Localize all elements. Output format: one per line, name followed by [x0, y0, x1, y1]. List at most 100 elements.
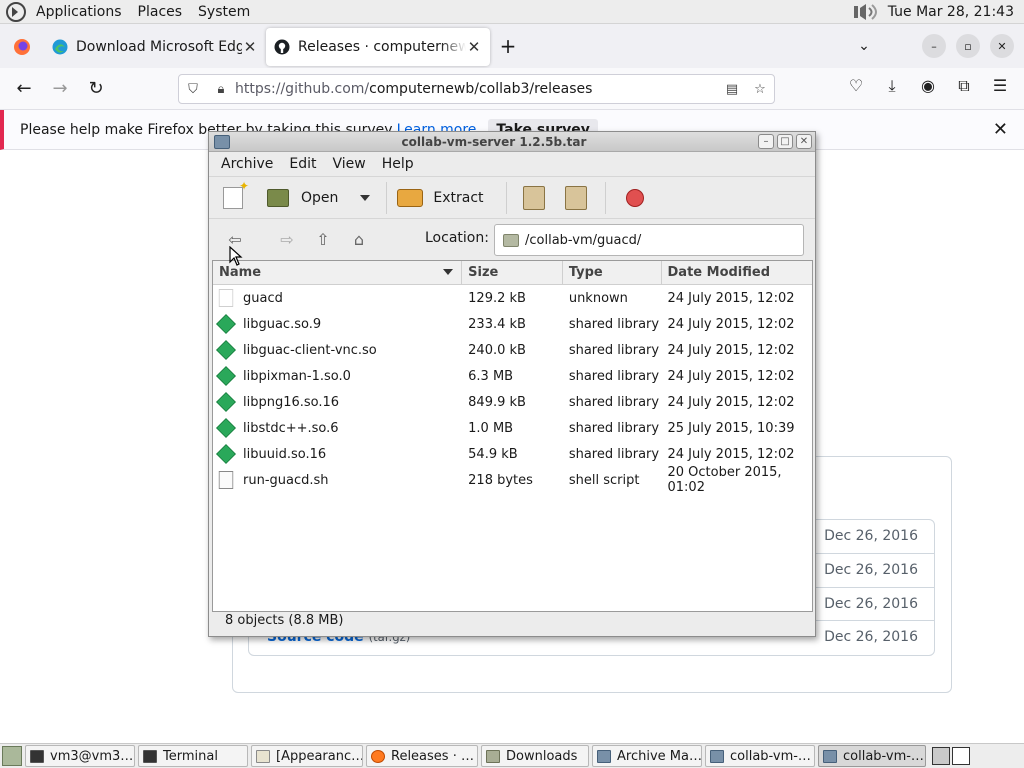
- extract-icon: [397, 188, 424, 207]
- menu-edit[interactable]: Edit: [281, 156, 324, 172]
- minimize-window-button[interactable]: –: [922, 34, 946, 58]
- open-button[interactable]: Open: [267, 180, 338, 216]
- firefox-view-button[interactable]: [0, 28, 44, 66]
- file-name: libpixman-1.so.0: [243, 368, 351, 384]
- taskbar-item[interactable]: Releases · …: [366, 745, 478, 767]
- account-icon[interactable]: ◉: [910, 76, 946, 96]
- forward-arrow-icon[interactable]: ⇨: [269, 230, 305, 249]
- tab-releases[interactable]: Releases · computernewb/collab3 ✕: [266, 28, 490, 66]
- extract-label: Extract: [433, 189, 484, 206]
- file-date: 24 July 2015, 12:02: [667, 368, 795, 384]
- menu-help[interactable]: Help: [374, 156, 422, 172]
- file-size: 849.9 kB: [468, 394, 526, 410]
- shield-icon[interactable]: ⛉: [179, 82, 207, 97]
- add-files-button[interactable]: [522, 180, 545, 216]
- forward-icon[interactable]: →: [42, 78, 78, 99]
- close-tab-icon[interactable]: ✕: [242, 38, 258, 56]
- close-window-button[interactable]: ✕: [990, 34, 1014, 58]
- new-archive-button[interactable]: [223, 179, 249, 216]
- file-row[interactable]: libpixman-1.so.0 6.3 MB shared library 24 J…: [213, 363, 812, 389]
- column-header-size[interactable]: Size: [462, 261, 563, 284]
- workspace-2-icon[interactable]: [952, 747, 970, 765]
- clock[interactable]: Tue Mar 28, 21:43: [886, 4, 1024, 20]
- taskbar-item[interactable]: [Appearanc…: [251, 745, 363, 767]
- close-notification-icon[interactable]: ✕: [993, 119, 1008, 140]
- file-row[interactable]: libstdc++.so.6 1.0 MB shared library 25 Jul…: [213, 415, 812, 441]
- maximize-icon[interactable]: □: [777, 134, 793, 149]
- window-title: collab-vm-server 1.2.5b.tar: [401, 134, 587, 149]
- maximize-window-button[interactable]: ▫: [956, 34, 980, 58]
- folder-icon: [503, 233, 519, 247]
- stop-button[interactable]: [625, 180, 644, 216]
- open-dropdown-button[interactable]: [360, 180, 371, 216]
- file-row[interactable]: run-guacd.sh 218 bytes shell script 20 Octo…: [213, 465, 812, 495]
- list-all-tabs-icon[interactable]: ⌄: [844, 38, 884, 54]
- task-list: vm3@vm3… Terminal [Appearanc… Releases · … D…: [22, 745, 926, 767]
- archive-app-icon[interactable]: [214, 134, 230, 149]
- file-rows: guacd 129.2 kB unknown 24 July 2015, 12:02 l…: [213, 285, 812, 495]
- status-bar: 8 objects (8.8 MB): [225, 613, 344, 628]
- taskbar-item-label: collab-vm-…: [730, 748, 811, 764]
- file-size: 129.2 kB: [468, 290, 526, 306]
- taskbar-item[interactable]: vm3@vm3…: [25, 745, 135, 767]
- taskbar-item[interactable]: Downloads: [481, 745, 589, 767]
- dropdown-arrow-icon: [360, 194, 371, 201]
- menu-places[interactable]: Places: [130, 4, 191, 20]
- menu-applications[interactable]: Applications: [28, 4, 130, 20]
- reload-icon[interactable]: ↻: [78, 78, 114, 99]
- file-list-header: Name Size Type Date Modified: [213, 261, 812, 285]
- file-list[interactable]: Name Size Type Date Modified guacd 129.2 …: [212, 260, 813, 612]
- workspace-1-icon[interactable]: [932, 747, 950, 765]
- menu-system[interactable]: System: [190, 4, 258, 20]
- close-tab-icon[interactable]: ✕: [466, 38, 482, 56]
- taskbar-item[interactable]: Terminal: [138, 745, 248, 767]
- file-row[interactable]: libuuid.so.16 54.9 kB shared library 24 Jul…: [213, 441, 812, 467]
- terminal-icon: [143, 749, 157, 763]
- taskbar-item[interactable]: collab-vm-…: [818, 745, 926, 767]
- reader-view-icon[interactable]: ▤: [718, 82, 746, 97]
- file-row[interactable]: libguac.so.9 233.4 kB shared library 24 Jul…: [213, 311, 812, 337]
- minimize-icon[interactable]: –: [758, 134, 774, 149]
- show-desktop-icon[interactable]: [2, 746, 22, 766]
- home-icon[interactable]: ⌂: [341, 230, 377, 249]
- menu-hamburger-icon[interactable]: ☰: [982, 76, 1018, 96]
- extensions-icon[interactable]: ⧉: [946, 76, 982, 96]
- tab-download-edge[interactable]: Download Microsoft Edge ✕: [44, 28, 266, 66]
- menubar: Archive Edit View Help: [209, 152, 815, 176]
- top-panel: Applications Places System Tue Mar 28, 2…: [0, 0, 1024, 24]
- menu-view[interactable]: View: [325, 156, 374, 172]
- downloads-icon[interactable]: ⤓: [874, 76, 910, 96]
- pocket-icon[interactable]: ♡: [838, 76, 874, 96]
- extract-button[interactable]: Extract: [397, 180, 484, 216]
- file-row[interactable]: libpng16.so.16 849.9 kB shared library 24 J…: [213, 389, 812, 415]
- close-icon[interactable]: ✕: [796, 134, 812, 149]
- url-text[interactable]: https://github.com/computernewb/collab3/…: [235, 81, 718, 97]
- distro-logo-icon[interactable]: [6, 1, 26, 22]
- file-size: 218 bytes: [468, 472, 533, 488]
- shell-script-icon: [218, 471, 234, 489]
- lock-icon[interactable]: 🔒︎: [207, 82, 235, 97]
- menu-archive[interactable]: Archive: [213, 156, 281, 172]
- file-row[interactable]: guacd 129.2 kB unknown 24 July 2015, 12:02: [213, 285, 812, 311]
- column-header-name[interactable]: Name: [213, 261, 463, 284]
- location-field[interactable]: /collab-vm/guacd/: [494, 224, 804, 256]
- new-tab-icon[interactable]: +: [490, 34, 526, 58]
- file-name-cell: libpng16.so.16: [213, 392, 462, 412]
- file-date: 20 October 2015, 01:02: [667, 465, 782, 495]
- url-bar[interactable]: ⛉ 🔒︎ https://github.com/computernewb/col…: [178, 74, 775, 104]
- up-arrow-icon[interactable]: ⇧: [305, 230, 341, 249]
- file-date: 24 July 2015, 12:02: [667, 316, 795, 332]
- window-titlebar[interactable]: collab-vm-server 1.2.5b.tar – □ ✕: [209, 132, 815, 152]
- taskbar-item[interactable]: collab-vm-…: [705, 745, 815, 767]
- column-header-type[interactable]: Type: [563, 261, 662, 284]
- file-name-cell: libguac-client-vnc.so: [213, 340, 462, 360]
- bookmark-star-icon[interactable]: ☆: [746, 82, 774, 97]
- volume-icon[interactable]: [852, 2, 882, 22]
- taskbar-item[interactable]: Archive Ma…: [592, 745, 702, 767]
- archive-icon: [710, 749, 724, 763]
- file-date: 24 July 2015, 12:02: [667, 394, 795, 410]
- back-icon[interactable]: ←: [6, 78, 42, 99]
- file-row[interactable]: libguac-client-vnc.so 240.0 kB shared libr…: [213, 337, 812, 363]
- add-folder-button[interactable]: [564, 180, 587, 216]
- column-header-date[interactable]: Date Modified: [662, 261, 813, 284]
